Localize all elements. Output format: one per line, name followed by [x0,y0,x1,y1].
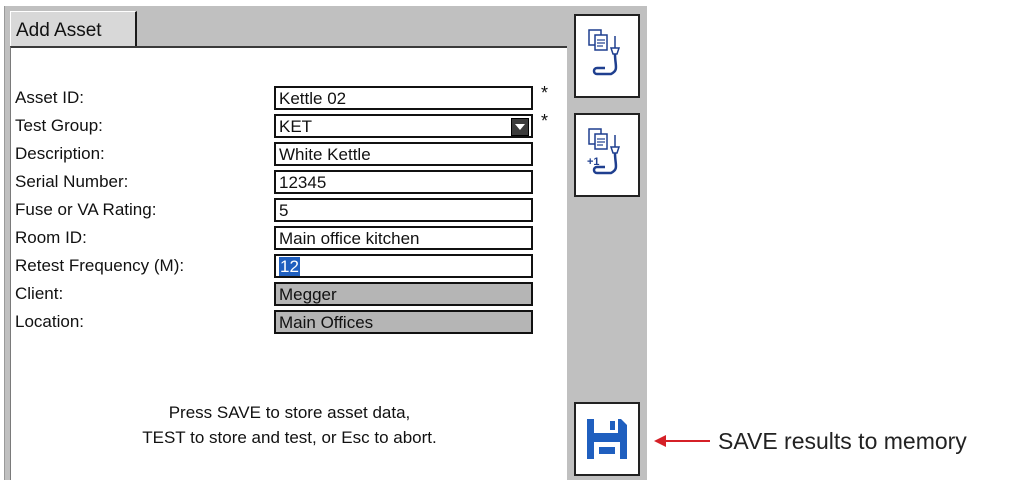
required-marker: * [541,111,549,131]
client-row: Client: Megger [11,282,568,306]
serial-number-input[interactable]: 12345 [274,170,533,194]
test-group-row: Test Group: KET * [11,111,568,138]
tab-add-asset[interactable]: Add Asset [10,11,137,46]
retest-frequency-row: Retest Frequency (M): 12 [11,254,568,278]
asset-id-label: Asset ID: [15,88,84,107]
asset-form-panel: Asset ID: Kettle 02 * Test Group: KET * … [10,46,567,480]
arrow-line [664,440,710,442]
room-id-input[interactable]: Main office kitchen [274,226,533,250]
description-row: Description: White Kettle [11,142,568,166]
asset-id-input[interactable]: Kettle 02 [274,86,533,110]
save-button[interactable] [574,402,640,476]
increment-badge: +1 [587,156,600,168]
floppy-disk-icon [587,419,627,459]
test-group-label: Test Group: [15,116,103,135]
room-id-row: Room ID: Main office kitchen [11,226,568,250]
test-group-value: KET [279,117,313,136]
test-group-select[interactable]: KET [274,114,533,138]
tab-label: Add Asset [16,20,102,41]
room-id-label: Room ID: [15,228,87,247]
copy-asset-increment-button[interactable]: +1 [574,113,640,197]
client-field: Megger [274,282,533,306]
fuse-rating-row: Fuse or VA Rating: 5 [11,198,568,222]
client-label: Client: [15,284,64,303]
description-input[interactable]: White Kettle [274,142,533,166]
retest-frequency-input[interactable]: 12 [274,254,533,278]
location-label: Location: [15,312,84,331]
selected-text: 12 [279,257,300,276]
location-field: Main Offices [274,310,533,334]
retest-frequency-label: Retest Frequency (M): [15,256,185,275]
asset-id-row: Asset ID: Kettle 02 * [11,83,568,110]
dropdown-arrow-icon[interactable] [511,118,529,136]
instruction-line-2: TEST to store and test, or Esc to abort. [142,428,437,447]
fuse-rating-label: Fuse or VA Rating: [15,200,157,219]
serial-number-label: Serial Number: [15,172,129,191]
fuse-rating-input[interactable]: 5 [274,198,533,222]
serial-number-row: Serial Number: 12345 [11,170,568,194]
copy-asset-icon [588,29,621,76]
copy-asset-increment-icon: +1 [587,128,621,175]
description-label: Description: [15,144,105,163]
instruction-line-1: Press SAVE to store asset data, [168,403,411,422]
instruction-message: Press SAVE to store asset data, TEST to … [11,400,568,450]
copy-asset-button[interactable] [574,14,640,98]
annotation-text: SAVE results to memory [718,428,967,454]
device-screen: Add Asset Asset ID: Kettle 02 * Test Gro… [4,6,647,480]
location-row: Location: Main Offices [11,310,568,334]
required-marker: * [541,83,549,103]
